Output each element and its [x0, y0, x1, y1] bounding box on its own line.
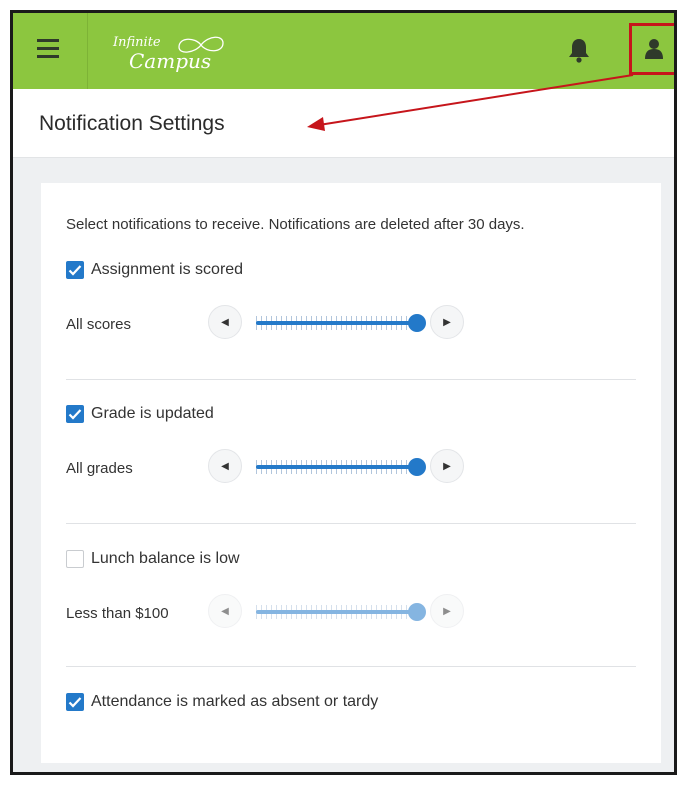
caret-left-icon: ◀: [221, 605, 229, 617]
slider-right-button[interactable]: ▶: [430, 305, 464, 339]
checkbox[interactable]: [66, 550, 84, 568]
slider-label: All scores: [66, 316, 132, 333]
scores-slider[interactable]: ◀ ▶: [208, 303, 464, 343]
intro-text: Select notifications to receive. Notific…: [66, 216, 525, 233]
slider-right-button[interactable]: ▶: [430, 594, 464, 628]
slider-right-button[interactable]: ▶: [430, 449, 464, 483]
checkbox[interactable]: [66, 405, 84, 423]
grades-slider[interactable]: ◀ ▶: [208, 447, 464, 487]
logo-divider: [87, 13, 88, 89]
checkbox-label: Attendance is marked as absent or tardy: [91, 693, 379, 710]
user-icon: [645, 39, 663, 59]
page-title: Notification Settings: [39, 112, 225, 135]
hamburger-menu-icon[interactable]: [37, 39, 59, 59]
slider-track: [256, 321, 418, 325]
slider-left-button[interactable]: ◀: [208, 594, 242, 628]
attendance-checkbox-row[interactable]: Attendance is marked as absent or tardy: [66, 691, 378, 713]
settings-card: Select notifications to receive. Notific…: [41, 183, 661, 763]
lunch-balance-slider[interactable]: ◀ ▶: [208, 592, 464, 632]
slider-track: [256, 465, 418, 469]
grade-updated-checkbox-row[interactable]: Grade is updated: [66, 403, 214, 425]
infinity-icon: [178, 36, 224, 53]
slider-thumb[interactable]: [408, 603, 426, 621]
slider-track: [256, 610, 418, 614]
caret-right-icon: ▶: [443, 460, 451, 472]
page-header: Notification Settings: [13, 89, 674, 158]
check-icon: [68, 409, 82, 420]
section-divider: [66, 666, 636, 667]
caret-left-icon: ◀: [221, 316, 229, 328]
section-divider: [66, 379, 636, 380]
app-window: Infinite Campus Notification Settings Se…: [10, 10, 677, 775]
check-icon: [68, 265, 82, 276]
lunch-balance-checkbox-row[interactable]: Lunch balance is low: [66, 548, 240, 570]
logo-line1: Infinite: [113, 35, 161, 50]
slider-left-button[interactable]: ◀: [208, 449, 242, 483]
section-divider: [66, 523, 636, 524]
caret-right-icon: ▶: [443, 316, 451, 328]
checkbox-label: Assignment is scored: [91, 261, 244, 278]
slider-thumb[interactable]: [408, 458, 426, 476]
check-icon: [68, 697, 82, 708]
slider-label: Less than $100: [66, 605, 169, 622]
assignment-scored-checkbox-row[interactable]: Assignment is scored: [66, 259, 243, 281]
slider-thumb[interactable]: [408, 314, 426, 332]
checkbox[interactable]: [66, 693, 84, 711]
user-menu-button[interactable]: [629, 23, 674, 75]
checkbox-label: Grade is updated: [91, 405, 214, 422]
slider-left-button[interactable]: ◀: [208, 305, 242, 339]
caret-left-icon: ◀: [221, 460, 229, 472]
bell-icon[interactable]: [567, 37, 591, 63]
checkbox-label: Lunch balance is low: [91, 550, 240, 567]
slider-label: All grades: [66, 460, 133, 477]
top-bar: Infinite Campus: [13, 13, 674, 89]
caret-right-icon: ▶: [443, 605, 451, 617]
checkbox[interactable]: [66, 261, 84, 279]
